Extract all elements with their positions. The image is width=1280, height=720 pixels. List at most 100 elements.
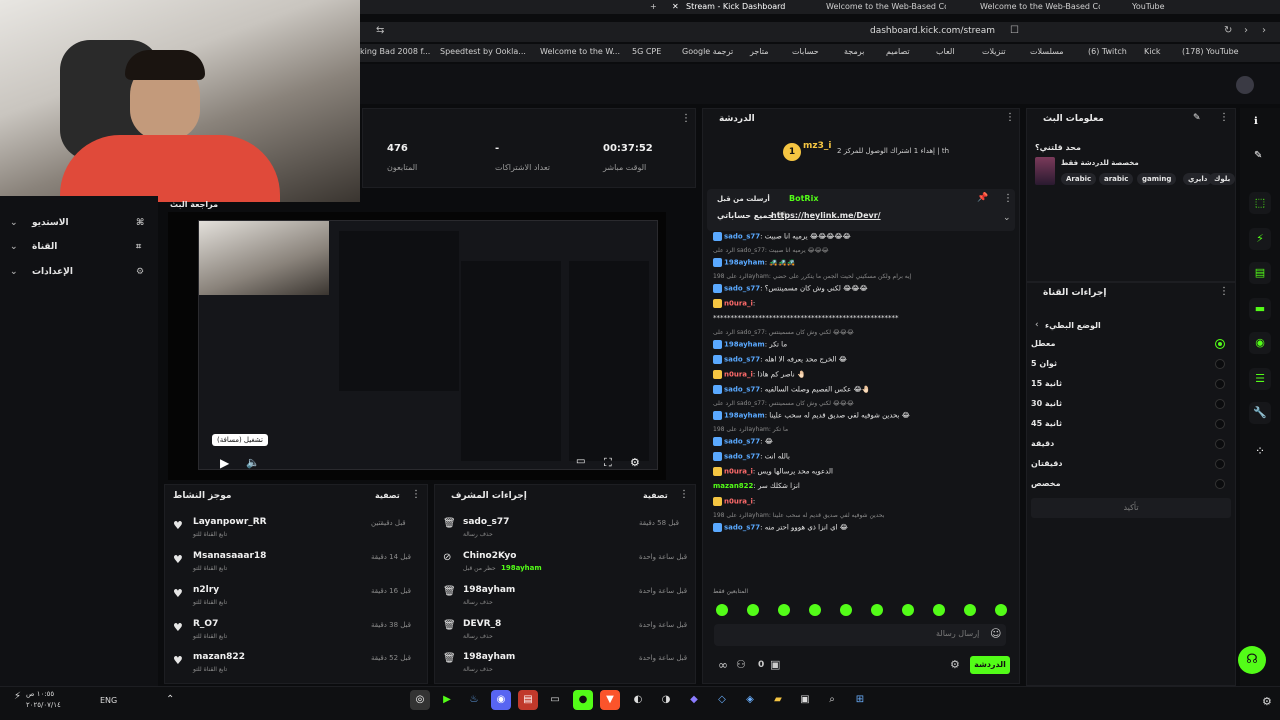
activity-name[interactable]: n2lry bbox=[193, 585, 219, 595]
radio-button[interactable] bbox=[1215, 479, 1225, 489]
rail-button-apps[interactable]: ⁘ bbox=[1249, 440, 1271, 462]
address-bar[interactable]: ⇆ dashboard.kick.com/stream ☐ ↻ › › bbox=[360, 22, 1280, 42]
chat-username[interactable]: sado_s77 bbox=[724, 356, 760, 364]
stream-category[interactable]: مخصصة للدردشة فقط bbox=[1061, 159, 1139, 167]
emote-icon[interactable] bbox=[871, 604, 883, 616]
taskbar-app-icon[interactable]: ▤ bbox=[518, 690, 538, 710]
slow-mode-option[interactable]: دقيقتان bbox=[1031, 456, 1231, 472]
bookmark-item[interactable]: 5G CPE bbox=[632, 47, 661, 56]
wifi-icon[interactable]: ⚡ bbox=[14, 691, 21, 702]
emoji-icon[interactable]: ☺ bbox=[990, 627, 1001, 640]
sidebar-item-settings[interactable]: ⌄ الإعدادات ⚙ bbox=[10, 265, 150, 283]
radio-button[interactable] bbox=[1215, 379, 1225, 389]
more-icon[interactable]: ⋮ bbox=[1219, 286, 1229, 297]
emote-icon[interactable] bbox=[964, 604, 976, 616]
rail-button-wrench[interactable]: 🔧 bbox=[1249, 402, 1271, 424]
folder-icon[interactable]: ▰ bbox=[768, 690, 788, 710]
mod-action-name[interactable]: DEVR_8 bbox=[463, 619, 501, 629]
close-tab-icon[interactable]: ✕ bbox=[672, 0, 682, 14]
theater-icon[interactable]: ▭ bbox=[576, 456, 585, 467]
mod-action-name[interactable]: sado_s77 bbox=[463, 517, 509, 527]
windows-start-icon[interactable]: ⊞ bbox=[850, 690, 870, 710]
slow-mode-option[interactable]: ثوان 5 bbox=[1031, 356, 1231, 372]
radio-button[interactable] bbox=[1215, 419, 1225, 429]
send-chat-button[interactable]: الدردشة bbox=[970, 656, 1010, 674]
taskbar-app-icon[interactable]: ● bbox=[573, 690, 593, 710]
confirm-button[interactable]: تأكيد bbox=[1031, 498, 1231, 518]
emote-icon[interactable] bbox=[933, 604, 945, 616]
pinned-author[interactable]: BotRix bbox=[789, 194, 818, 203]
users-icon[interactable]: ⚇ bbox=[736, 658, 746, 671]
bookmark-folder[interactable]: تنزيلات bbox=[982, 47, 1006, 56]
activity-name[interactable]: Layanpowr_RR bbox=[193, 517, 267, 527]
bookmark-twitch[interactable]: (6) Twitch bbox=[1088, 47, 1127, 56]
bookmark-folder[interactable]: متاجر bbox=[750, 47, 769, 56]
chat-username[interactable]: sado_s77 bbox=[724, 524, 760, 532]
radio-button[interactable] bbox=[1215, 459, 1225, 469]
tab-youtube[interactable]: YouTube bbox=[1132, 0, 1192, 14]
rail-button-broadcast[interactable]: ◉ bbox=[1249, 332, 1271, 354]
activity-name[interactable]: R_O7 bbox=[193, 619, 218, 629]
radio-button[interactable] bbox=[1215, 339, 1225, 349]
back-arrow-icon[interactable]: ⇆ bbox=[376, 25, 384, 36]
more-icon[interactable]: ⋮ bbox=[411, 489, 421, 500]
activity-filter[interactable]: تصفية bbox=[375, 491, 400, 500]
chat-username[interactable]: 198ayham bbox=[724, 259, 765, 267]
taskbar-app-icon[interactable]: ▣ bbox=[795, 690, 815, 710]
emote-icon[interactable] bbox=[902, 604, 914, 616]
gear-icon[interactable]: ⚙ bbox=[630, 456, 640, 469]
slow-mode-option[interactable]: مخصص bbox=[1031, 476, 1231, 492]
bookmark-folder[interactable]: حسابات bbox=[792, 47, 819, 56]
rail-button-bolt[interactable]: ⚡ bbox=[1249, 228, 1271, 250]
language-indicator[interactable]: ENG bbox=[100, 696, 117, 705]
taskbar-app-icon[interactable]: ▭ bbox=[545, 690, 565, 710]
gear-icon[interactable]: ⚙ bbox=[950, 658, 960, 671]
fullscreen-icon[interactable]: ⛶ bbox=[604, 456, 612, 470]
stream-tag[interactable]: gaming bbox=[1137, 173, 1177, 185]
bookmark-item[interactable]: Welcome to the W... bbox=[540, 47, 620, 56]
pin-icon[interactable]: 📌 bbox=[977, 193, 988, 203]
more-icon[interactable]: ⋮ bbox=[1003, 193, 1013, 204]
slow-mode-option[interactable]: ثانية 45 bbox=[1031, 416, 1231, 432]
taskbar-app-icon[interactable]: ◈ bbox=[740, 690, 760, 710]
emote-icon[interactable] bbox=[716, 604, 728, 616]
forward-icon[interactable]: › bbox=[1244, 25, 1248, 36]
slow-mode-option[interactable]: ثانية 15 bbox=[1031, 376, 1231, 392]
emote-icon[interactable] bbox=[840, 604, 852, 616]
infinity-icon[interactable]: ∞ bbox=[718, 658, 728, 672]
mod-action-name[interactable]: Chino2Kyo bbox=[463, 551, 516, 561]
rail-button-doc[interactable]: ▤ bbox=[1249, 262, 1271, 284]
chat-username[interactable]: sado_s77 bbox=[724, 386, 760, 394]
rail-button-list[interactable]: ☰ bbox=[1249, 368, 1271, 390]
sidebar-item-studio[interactable]: ⌄ الاستديو ⌘ bbox=[10, 216, 150, 234]
tab-web-config-1[interactable]: Welcome to the Web-Based Config bbox=[826, 0, 946, 14]
taskbar-app-icon[interactable]: ◇ bbox=[712, 690, 732, 710]
chat-input[interactable]: إرسال رسالة ☺ bbox=[714, 624, 1006, 646]
search-icon[interactable]: ⌕ bbox=[822, 690, 842, 710]
stream-tag[interactable]: بلوك bbox=[1209, 173, 1236, 185]
play-icon[interactable]: ▶ bbox=[220, 456, 229, 470]
mod-action-by[interactable]: 198ayham bbox=[501, 564, 542, 572]
slow-mode-option[interactable]: دقيقة bbox=[1031, 436, 1231, 452]
bookmark-youtube[interactable]: (178) YouTube bbox=[1182, 47, 1239, 56]
stream-preview-player[interactable]: تشغيل (مسافة) ▶ 🔈 ▭ ⛶ ⚙ bbox=[168, 212, 666, 480]
radio-button[interactable] bbox=[1215, 359, 1225, 369]
chat-username[interactable]: 198ayham bbox=[724, 412, 765, 420]
top-gifter-name[interactable]: mz3_i bbox=[803, 141, 831, 151]
emote-icon[interactable] bbox=[778, 604, 790, 616]
taskbar-app-icon[interactable]: ◐ bbox=[628, 690, 648, 710]
avatar[interactable] bbox=[1236, 76, 1254, 94]
taskbar-app-icon[interactable]: ◎ bbox=[410, 690, 430, 710]
bookmark-folder[interactable]: العاب bbox=[936, 47, 955, 56]
chevron-down-icon[interactable]: ⌄ bbox=[1003, 213, 1011, 223]
activity-name[interactable]: mazan822 bbox=[193, 652, 245, 662]
more-icon[interactable]: ⋮ bbox=[1005, 112, 1015, 123]
slow-mode-option[interactable]: ثانية 30 bbox=[1031, 396, 1231, 412]
chat-username[interactable]: n0ura_i bbox=[724, 371, 753, 379]
info-icon[interactable]: ℹ bbox=[1254, 116, 1258, 127]
radio-button[interactable] bbox=[1215, 399, 1225, 409]
emote-icon[interactable] bbox=[995, 604, 1007, 616]
chat-username[interactable]: sado_s77 bbox=[724, 285, 760, 293]
bookmark-folder[interactable]: تصاميم bbox=[886, 47, 910, 56]
mod-action-name[interactable]: 198ayham bbox=[463, 585, 515, 595]
